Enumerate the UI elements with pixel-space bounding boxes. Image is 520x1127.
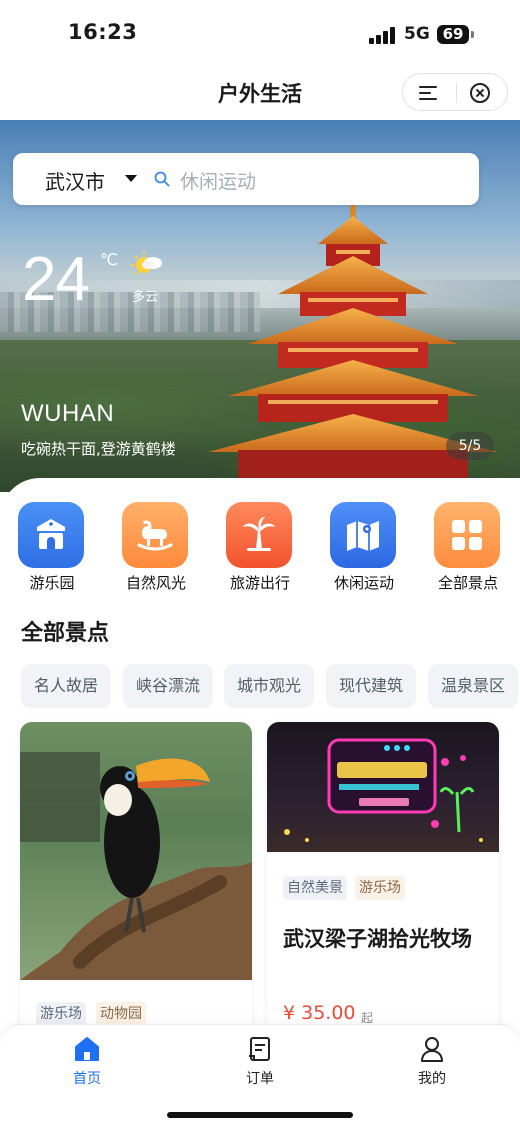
card-tag: 动物园 [96, 1002, 146, 1026]
network-label: 5G [404, 24, 430, 44]
caret-down-icon[interactable] [125, 175, 137, 182]
partly-cloudy-icon [131, 252, 162, 275]
category-label: 自然风光 [125, 574, 186, 592]
category-nature[interactable]: 自然风光 [116, 502, 196, 594]
tab-profile[interactable]: 我的 [382, 1035, 482, 1091]
attraction-card[interactable]: 游乐场 动物园 [20, 722, 252, 1052]
palm-tree-icon [243, 517, 275, 551]
map-icon [347, 521, 379, 551]
filter-tag[interactable]: 现代建筑 [326, 664, 417, 708]
search-bar[interactable]: 武汉市 休闲运动 [13, 153, 479, 205]
castle-icon [37, 519, 65, 549]
category-label: 旅游出行 [229, 574, 290, 592]
tab-orders[interactable]: 订单 [210, 1035, 310, 1091]
tab-home[interactable]: 首页 [37, 1035, 137, 1091]
home-icon [75, 1037, 99, 1061]
search-input[interactable]: 休闲运动 [180, 167, 256, 194]
weather-text: 多云 [132, 290, 159, 305]
city-select[interactable]: 武汉市 [45, 166, 105, 195]
mini-program-capsule [402, 73, 508, 111]
filter-tag[interactable]: 峡谷漂流 [123, 664, 214, 708]
category-icon-bg [122, 502, 188, 568]
filter-tag[interactable]: 温泉景区 [428, 664, 519, 708]
tab-label: 首页 [73, 1071, 101, 1087]
tab-bar: 首页 订单 我的 [0, 1024, 520, 1127]
tab-label: 我的 [418, 1071, 446, 1087]
toucan-photo [20, 722, 252, 980]
category-icon-bg [18, 502, 84, 568]
category-amusement-park[interactable]: 游乐园 [12, 502, 92, 594]
nav-bar: 户外生活 [0, 64, 520, 120]
home-indicator [167, 1112, 353, 1118]
grid-icon [452, 520, 482, 550]
card-price: ¥ 35.00 [283, 1002, 356, 1024]
category-label: 休闲运动 [333, 574, 394, 592]
close-icon[interactable] [470, 83, 490, 103]
card-tag: 游乐场 [36, 1002, 86, 1026]
card-tag: 自然美景 [283, 876, 347, 900]
content-sheet: 游乐园 自然风光 旅游出行 休闲运动 全部景点 全部景点 名人故居 峡谷漂流 城… [0, 478, 520, 1052]
temperature-value: 24 [22, 245, 90, 314]
banner-page-indicator: 5/5 [446, 432, 494, 460]
city-slogan: 吃碗热干面,登游黄鹤楼 [21, 440, 176, 458]
category-travel[interactable]: 旅游出行 [220, 502, 300, 594]
hero-banner[interactable]: 武汉市 休闲运动 24 ℃ 多云 WUHAN 吃碗热干面,登游黄鹤楼 5/5 [0, 120, 520, 492]
neon-sign-photo [267, 722, 499, 852]
order-icon [249, 1037, 270, 1061]
category-icon-bg [226, 502, 292, 568]
capsule-divider [456, 83, 457, 103]
toucan-illustration [20, 752, 252, 980]
category-label: 全部景点 [437, 574, 498, 592]
section-title: 全部景点 [21, 621, 110, 646]
status-bar: 16:23 5G 69 [0, 0, 520, 64]
menu-icon[interactable] [419, 85, 439, 101]
search-icon [154, 171, 170, 187]
filter-tags: 名人故居 峡谷漂流 城市观光 现代建筑 温泉景区 [0, 664, 520, 710]
filter-tag[interactable]: 名人故居 [21, 664, 112, 708]
category-leisure-sports[interactable]: 休闲运动 [324, 502, 404, 594]
category-label: 游乐园 [29, 574, 75, 592]
temperature-unit: ℃ [100, 250, 118, 269]
tab-label: 订单 [246, 1071, 274, 1087]
card-title: 武汉梁子湖拾光牧场 [283, 927, 472, 951]
neon-sign-illustration [284, 738, 483, 842]
user-icon [421, 1037, 443, 1062]
city-english-name: WUHAN [21, 400, 115, 427]
battery-tip [471, 31, 474, 38]
category-icon-bg [434, 502, 500, 568]
battery-icon: 69 [437, 25, 469, 44]
attraction-card[interactable]: 自然美景 游乐场 武汉梁子湖拾光牧场 ¥ 35.00 起 [267, 722, 499, 1052]
filter-tag[interactable]: 城市观光 [224, 664, 315, 708]
category-grid: 游乐园 自然风光 旅游出行 休闲运动 全部景点 [0, 502, 520, 594]
category-all-attractions[interactable]: 全部景点 [428, 502, 508, 594]
rocking-horse-icon [137, 520, 173, 551]
status-time: 16:23 [68, 20, 138, 44]
signal-icon [369, 26, 395, 44]
card-tag: 游乐场 [355, 876, 405, 900]
category-icon-bg [330, 502, 396, 568]
